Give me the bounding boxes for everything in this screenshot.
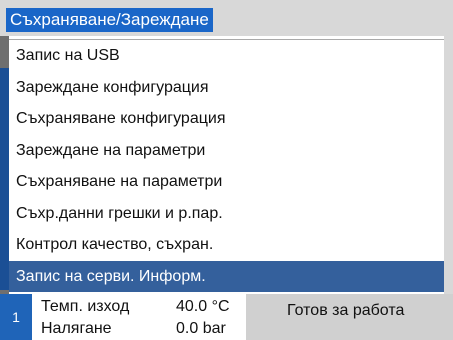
screen-title: Съхраняване/Зареждане bbox=[6, 8, 213, 32]
menu-item-service-info[interactable]: Запис на серви. Информ. bbox=[9, 260, 444, 292]
machine-status-panel: Готов за работа bbox=[246, 294, 453, 340]
menu-item-load-config[interactable]: Зареждане конфигурация bbox=[9, 72, 444, 104]
pressure-value: 0.0 bar bbox=[176, 320, 226, 337]
menu-item-load-params[interactable]: Зареждане на параметри bbox=[9, 135, 444, 167]
menu-item-quality-control[interactable]: Контрол качество, съхран. bbox=[9, 229, 444, 261]
right-side-strip bbox=[444, 36, 453, 294]
outlet-temp-label: Темп. изход bbox=[41, 298, 130, 315]
machine-status-text: Готов за работа bbox=[287, 302, 405, 319]
menu-item-save-error-data[interactable]: Съхр.данни грешки и р.пар. bbox=[9, 198, 444, 230]
header-bar: Съхраняване/Зареждане bbox=[0, 0, 453, 36]
device-screen: Съхраняване/Зареждане Запис на USB Зареж… bbox=[0, 0, 453, 340]
menu-list: Запис на USB Зареждане конфигурация Съхр… bbox=[9, 39, 444, 294]
page-number-badge: 1 bbox=[0, 294, 32, 340]
outlet-temp-value: 40.0 °C bbox=[176, 298, 230, 315]
menu-item-save-params[interactable]: Съхраняване на параметри bbox=[9, 166, 444, 198]
menu-item-save-config[interactable]: Съхраняване конфигурация bbox=[9, 103, 444, 135]
left-side-accent bbox=[0, 68, 9, 290]
menu-item-usb-record[interactable]: Запис на USB bbox=[9, 40, 444, 72]
pressure-label: Налягане bbox=[41, 320, 112, 337]
